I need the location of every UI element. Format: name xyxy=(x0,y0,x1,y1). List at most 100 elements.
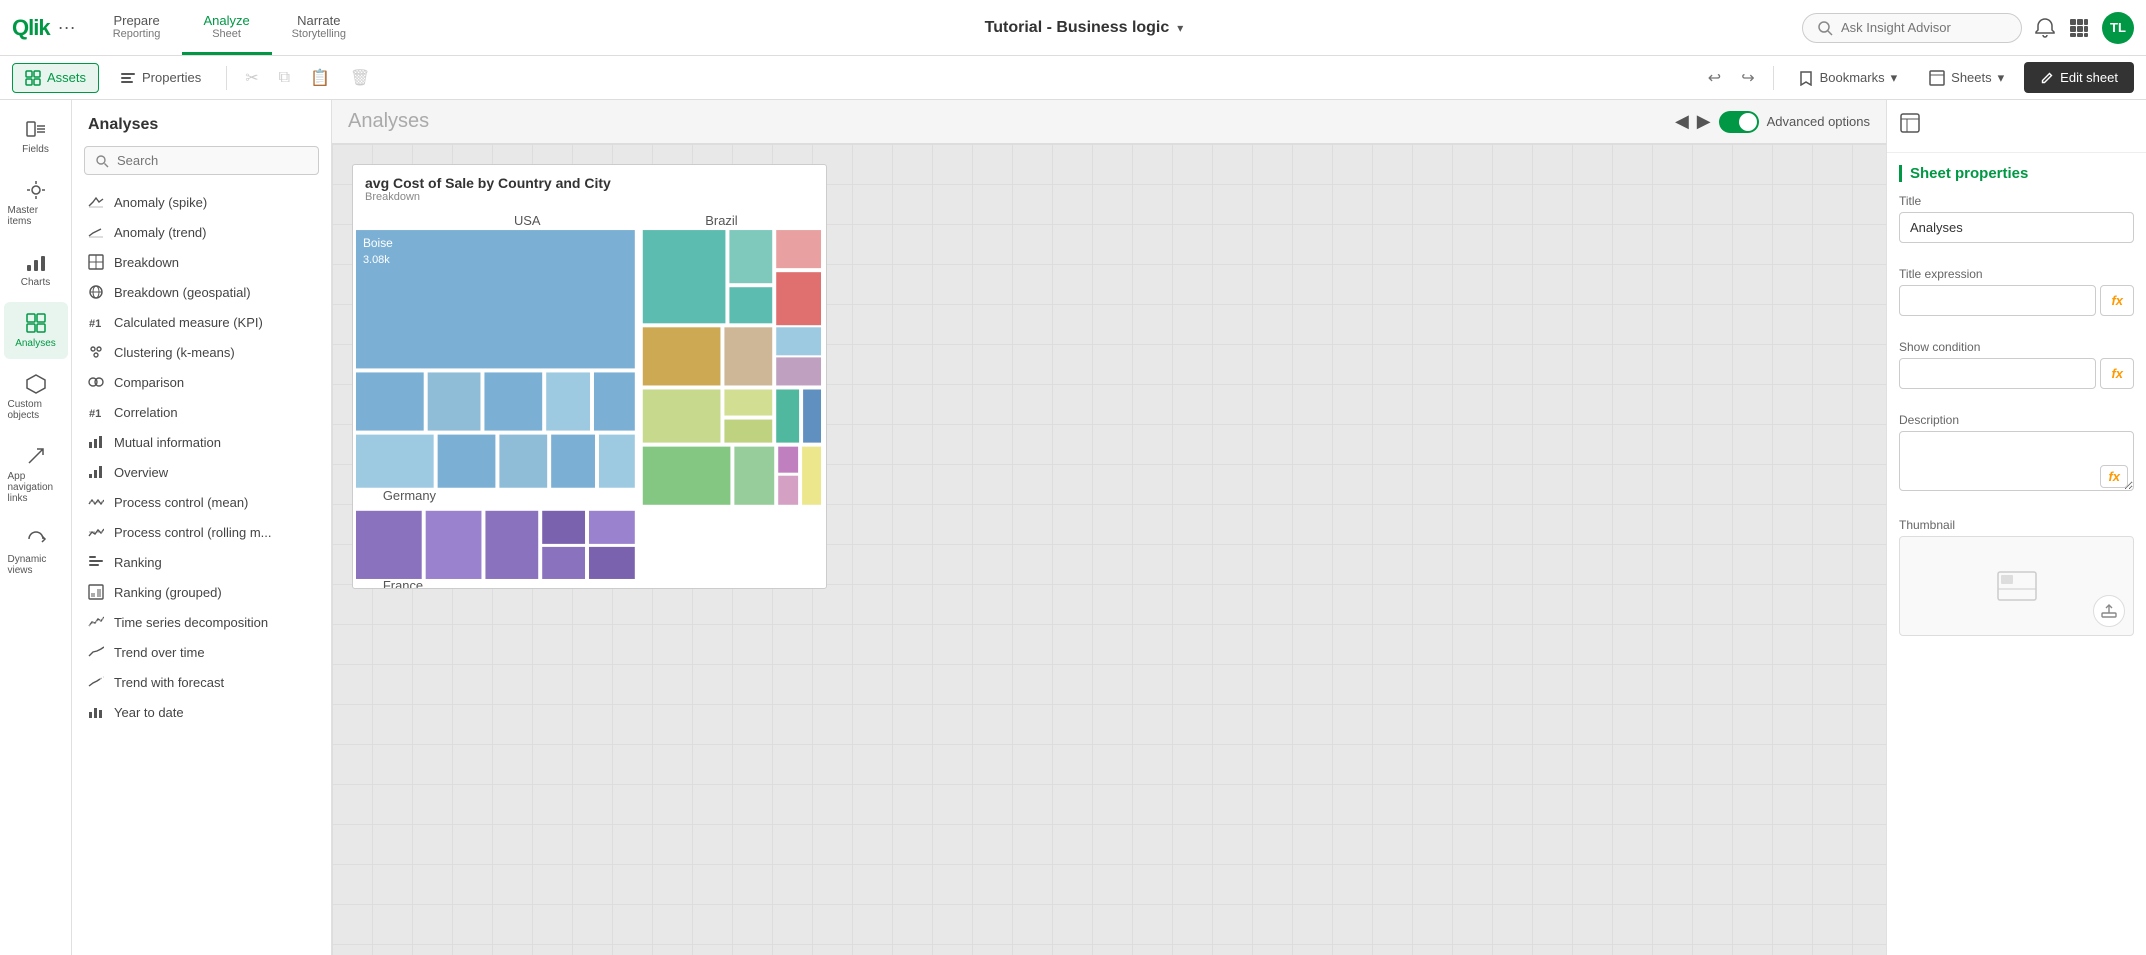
canvas-title: Analyses xyxy=(348,110,429,133)
panel-search-box[interactable] xyxy=(84,146,319,175)
analysis-item-breakdown[interactable]: Breakdown xyxy=(72,247,331,277)
trend-forecast-icon xyxy=(88,674,104,690)
user-avatar[interactable]: TL xyxy=(2102,12,2134,44)
svg-text:#1: #1 xyxy=(89,318,101,330)
svg-text:Boise: Boise xyxy=(363,236,393,250)
bookmarks-button[interactable]: Bookmarks ▾ xyxy=(1786,64,1910,92)
description-textarea[interactable] xyxy=(1899,431,2134,491)
svg-text:#1: #1 xyxy=(89,408,101,420)
sidebar-item-app-nav[interactable]: App navigation links xyxy=(4,435,68,514)
canvas-prev-button[interactable]: ◀ xyxy=(1675,111,1689,132)
title-expression-input[interactable] xyxy=(1899,285,2096,316)
tab-prepare[interactable]: Prepare Reporting xyxy=(92,0,182,55)
show-condition-label: Show condition xyxy=(1899,340,2134,354)
analysis-item-process-mean[interactable]: Process control (mean) xyxy=(72,487,331,517)
sheets-button[interactable]: Sheets ▾ xyxy=(1917,64,2016,92)
panel-search-icon xyxy=(95,154,109,168)
page-title: Tutorial - Business logic xyxy=(985,19,1170,37)
search-input[interactable] xyxy=(1841,20,2001,35)
panel-search-input[interactable] xyxy=(117,153,308,168)
paste-button[interactable]: 📋 xyxy=(304,62,336,94)
analysis-item-comparison[interactable]: Comparison xyxy=(72,367,331,397)
thumbnail-label: Thumbnail xyxy=(1899,518,2134,532)
analysis-item-trend-over-time[interactable]: Trend over time xyxy=(72,637,331,667)
canvas-next-button[interactable]: ▶ xyxy=(1697,111,1711,132)
analysis-item-ranking-grouped[interactable]: Ranking (grouped) xyxy=(72,577,331,607)
advanced-options-toggle[interactable]: Advanced options xyxy=(1719,111,1870,133)
qlik-logo-text: Qlik xyxy=(12,15,50,41)
correlation-icon: #1 xyxy=(88,404,104,420)
assets-icon xyxy=(25,70,41,86)
canvas-area: Analyses ◀ ▶ Advanced options avg Cost o… xyxy=(332,100,1886,955)
analysis-item-clustering[interactable]: Clustering (k-means) xyxy=(72,337,331,367)
qlik-logo[interactable]: Qlik ··· xyxy=(12,15,76,41)
description-fx-button[interactable]: fx xyxy=(2100,465,2128,488)
tab-analyze[interactable]: Analyze Sheet xyxy=(182,0,272,55)
title-label: Title xyxy=(1899,194,2134,208)
comparison-icon xyxy=(88,374,104,390)
sheet-properties-title: Sheet properties xyxy=(1899,165,2134,182)
analysis-item-overview[interactable]: Overview xyxy=(72,457,331,487)
calculated-measure-icon: #1 xyxy=(88,314,104,330)
analysis-item-correlation[interactable]: #1 Correlation xyxy=(72,397,331,427)
toggle-switch[interactable] xyxy=(1719,111,1759,133)
thumbnail-upload-button[interactable] xyxy=(2093,595,2125,627)
tab-narrate[interactable]: Narrate Storytelling xyxy=(272,0,366,55)
insight-advisor-search[interactable] xyxy=(1802,13,2022,43)
qlik-more-button[interactable]: ··· xyxy=(58,17,76,38)
analysis-item-label: Correlation xyxy=(114,405,178,420)
edit-sheet-button[interactable]: Edit sheet xyxy=(2024,62,2134,93)
assets-button[interactable]: Assets xyxy=(12,63,99,93)
apps-grid-button[interactable] xyxy=(2068,17,2090,39)
analysis-item-mutual-info[interactable]: Mutual information xyxy=(72,427,331,457)
sidebar-item-master-items[interactable]: Master items xyxy=(4,169,68,237)
process-rolling-icon xyxy=(88,524,104,540)
sidebar-item-dynamic-views[interactable]: Dynamic views xyxy=(4,518,68,586)
analysis-item-anomaly-trend[interactable]: Anomaly (trend) xyxy=(72,217,331,247)
analysis-item-calculated-measure[interactable]: #1 Calculated measure (KPI) xyxy=(72,307,331,337)
left-sidebar: Fields Master items Charts xyxy=(0,100,72,955)
clustering-icon xyxy=(88,344,104,360)
delete-button[interactable]: 🗑 xyxy=(344,62,376,94)
sidebar-item-charts[interactable]: Charts xyxy=(4,241,68,298)
analysis-item-year-to-date[interactable]: Year to date xyxy=(72,697,331,727)
mutual-info-icon xyxy=(88,434,104,450)
analysis-list: Anomaly (spike) Anomaly (trend) Breakdow… xyxy=(72,183,331,955)
copy-button[interactable]: ⧉ xyxy=(273,63,296,93)
sheet-view-button[interactable] xyxy=(1899,117,1921,139)
svg-text:USA: USA xyxy=(514,213,541,228)
analysis-item-label: Year to date xyxy=(114,705,184,720)
properties-button[interactable]: Properties xyxy=(107,63,214,93)
custom-objects-icon xyxy=(25,373,47,395)
show-condition-fx-button[interactable]: fx xyxy=(2100,358,2134,389)
nav-tabs: Prepare Reporting Analyze Sheet Narrate … xyxy=(92,0,366,55)
properties-label: Properties xyxy=(142,70,201,85)
sidebar-item-label: Charts xyxy=(21,277,50,288)
analysis-item-anomaly-spike[interactable]: Anomaly (spike) xyxy=(72,187,331,217)
title-expression-row: fx xyxy=(1899,285,2134,316)
analysis-item-time-series[interactable]: Time series decomposition xyxy=(72,607,331,637)
sidebar-item-analyses[interactable]: Analyses xyxy=(4,302,68,359)
analysis-item-process-rolling[interactable]: Process control (rolling m... xyxy=(72,517,331,547)
analysis-item-breakdown-geo[interactable]: Breakdown (geospatial) xyxy=(72,277,331,307)
title-chevron-icon[interactable]: ▾ xyxy=(1177,21,1183,35)
title-expression-label: Title expression xyxy=(1899,267,2134,281)
sidebar-item-fields[interactable]: Fields xyxy=(4,108,68,165)
title-expression-fx-button[interactable]: fx xyxy=(2100,285,2134,316)
redo-button[interactable]: ↪ xyxy=(1735,62,1760,94)
sidebar-item-custom-objects[interactable]: Custom objects xyxy=(4,363,68,431)
notifications-button[interactable] xyxy=(2034,17,2056,39)
undo-button[interactable]: ↩ xyxy=(1702,62,1727,94)
cut-button[interactable]: ✂ xyxy=(239,62,264,94)
bookmark-icon xyxy=(1798,70,1814,86)
show-condition-input[interactable] xyxy=(1899,358,2096,389)
analysis-item-trend-forecast[interactable]: Trend with forecast xyxy=(72,667,331,697)
analysis-item-label: Breakdown xyxy=(114,255,179,270)
title-input[interactable] xyxy=(1899,212,2134,243)
svg-text:Brazil: Brazil xyxy=(705,213,737,228)
analysis-item-ranking[interactable]: Ranking xyxy=(72,547,331,577)
toolbar-divider-2 xyxy=(1773,66,1774,90)
overview-icon xyxy=(88,464,104,480)
analysis-item-label: Comparison xyxy=(114,375,184,390)
sidebar-item-label: App navigation links xyxy=(8,471,64,504)
